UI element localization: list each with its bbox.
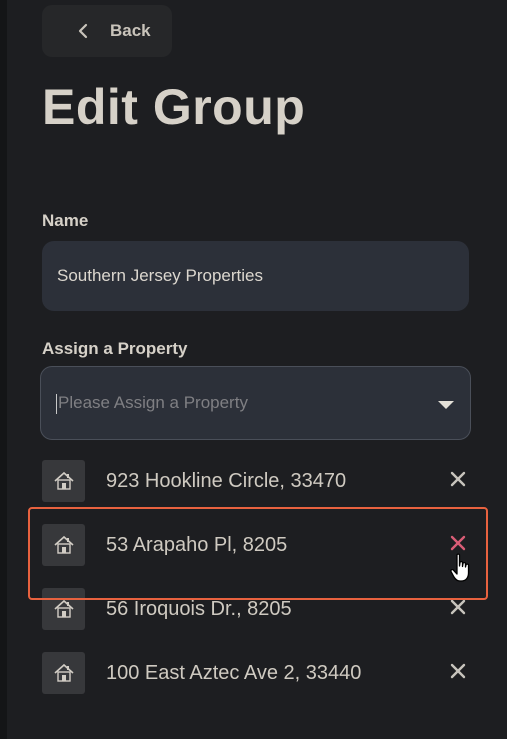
chevron-left-icon — [78, 23, 88, 39]
page-title: Edit Group — [42, 79, 306, 135]
property-row: 56 Iroquois Dr., 8205 — [42, 588, 482, 630]
name-label: Name — [42, 211, 89, 230]
house-icon — [42, 588, 85, 630]
dropdown-arrow-icon[interactable] — [438, 400, 454, 410]
house-icon — [42, 524, 85, 566]
assign-property-select[interactable]: Please Assign a Property — [40, 366, 471, 440]
property-address: 923 Hookline Circle, 33470 — [106, 470, 347, 492]
remove-property-close-icon[interactable] — [448, 597, 468, 617]
property-row: 923 Hookline Circle, 33470 — [42, 460, 482, 502]
left-edge-divider — [0, 0, 7, 739]
property-address: 53 Arapaho Pl, 8205 — [106, 534, 288, 556]
property-address: 56 Iroquois Dr., 8205 — [106, 598, 292, 620]
property-row: 53 Arapaho Pl, 8205 — [42, 524, 482, 566]
back-label: Back — [110, 21, 151, 40]
assign-property-label: Assign a Property — [42, 339, 188, 358]
property-address: 100 East Aztec Ave 2, 33440 — [106, 662, 362, 684]
assign-property-placeholder: Please Assign a Property — [58, 393, 248, 412]
property-row: 100 East Aztec Ave 2, 33440 — [42, 652, 482, 694]
back-button[interactable]: Back — [42, 5, 172, 57]
text-caret — [56, 394, 57, 414]
name-input[interactable] — [42, 241, 469, 311]
hand-pointer-icon — [450, 553, 470, 582]
remove-property-close-icon[interactable] — [448, 469, 468, 489]
remove-property-close-icon[interactable] — [448, 533, 468, 553]
remove-property-close-icon[interactable] — [448, 661, 468, 681]
house-icon — [42, 652, 85, 694]
house-icon — [42, 460, 85, 502]
